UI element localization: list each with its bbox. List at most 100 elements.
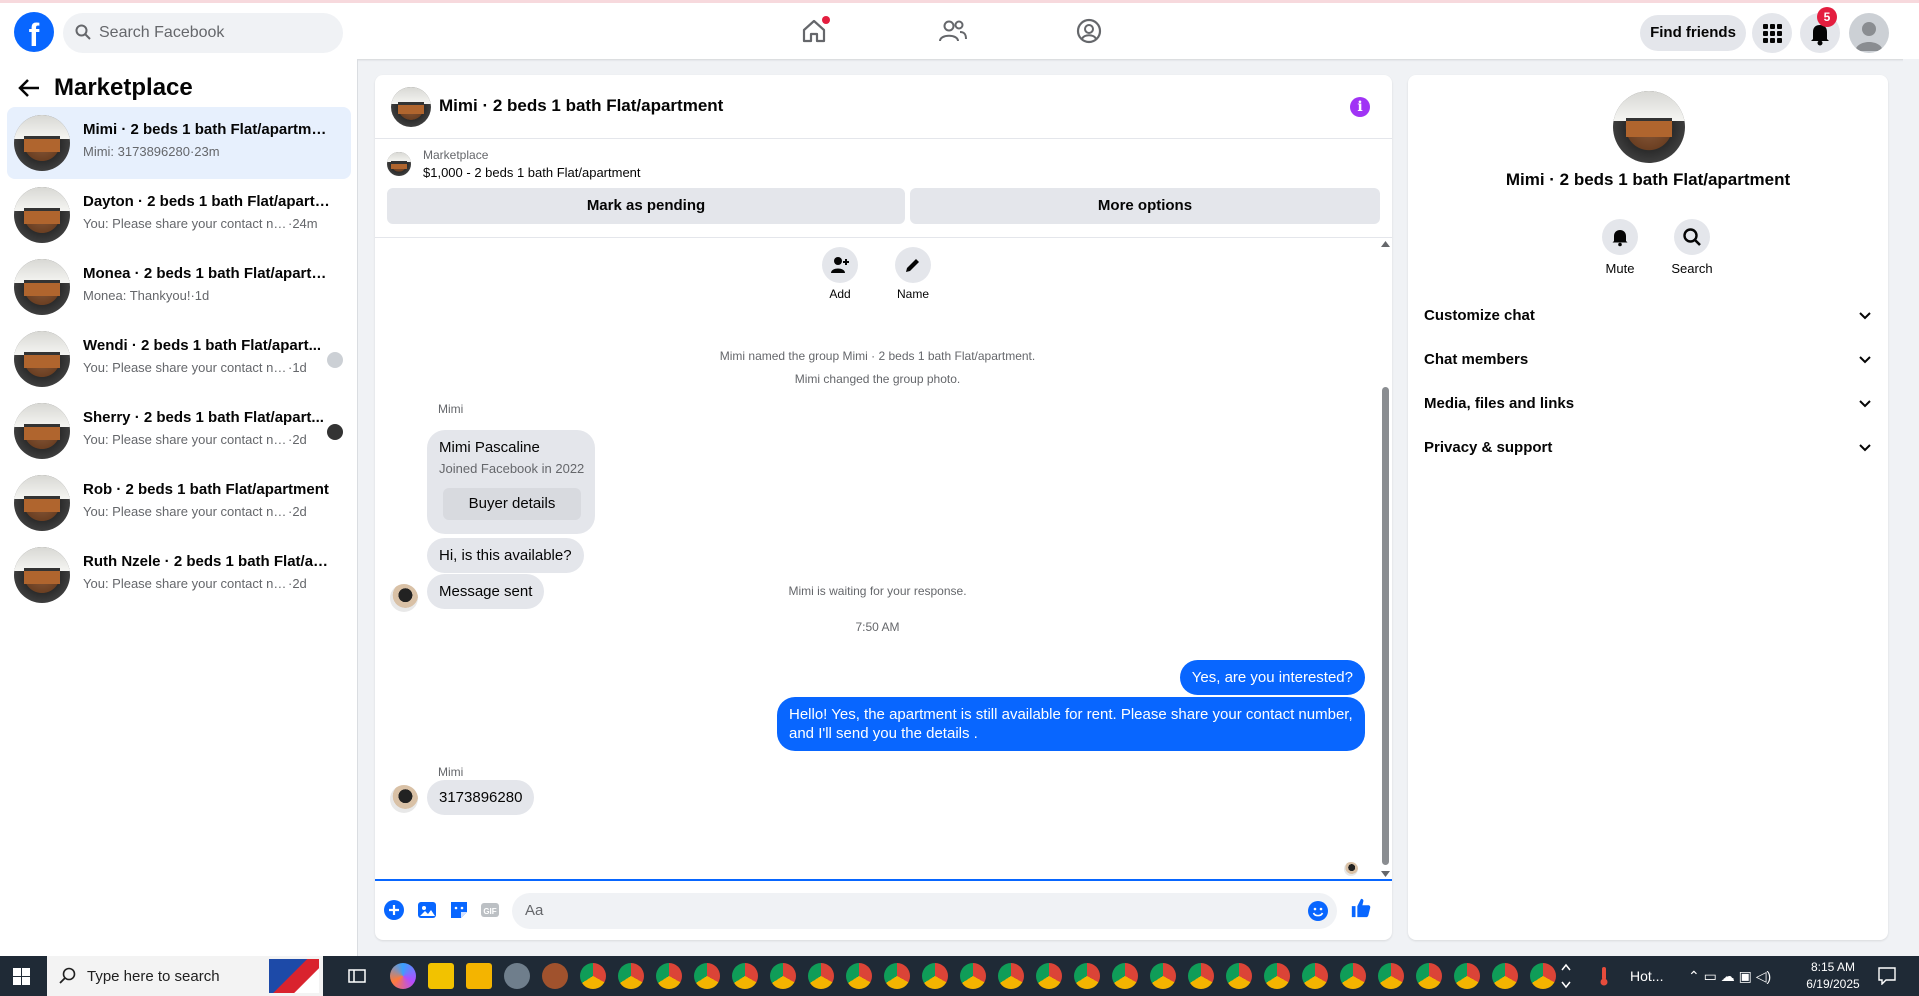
outgoing-message-line: and I'll send you the details . bbox=[789, 725, 978, 742]
name-group-button[interactable]: Name bbox=[883, 247, 943, 301]
thermometer-icon bbox=[1600, 967, 1608, 986]
chrome-icon[interactable] bbox=[1492, 963, 1518, 989]
search-label: Search bbox=[1671, 261, 1713, 276]
notification-center-icon[interactable] bbox=[1878, 967, 1896, 985]
chrome-icon[interactable] bbox=[618, 963, 644, 989]
chrome-icon[interactable] bbox=[1378, 963, 1404, 989]
conversation-item-dayton[interactable]: Dayton · 2 beds 1 bath Flat/apartm... Yo… bbox=[7, 179, 351, 251]
privacy-support-section[interactable]: Privacy & support bbox=[1424, 430, 1872, 466]
chat-avatar[interactable] bbox=[391, 87, 431, 127]
taskbar-overflow-icon[interactable] bbox=[1560, 960, 1572, 992]
chrome-icon[interactable] bbox=[1302, 963, 1328, 989]
page-scrollbar[interactable] bbox=[1903, 59, 1919, 956]
facebook-logo[interactable]: f bbox=[14, 12, 54, 52]
scrollbar-thumb[interactable] bbox=[1382, 387, 1389, 865]
chrome-icon[interactable] bbox=[884, 963, 910, 989]
chrome-icon[interactable] bbox=[846, 963, 872, 989]
emoji-icon[interactable] bbox=[1307, 900, 1329, 922]
find-friends-button[interactable]: Find friends bbox=[1640, 15, 1746, 51]
add-people-button[interactable]: Add bbox=[810, 247, 870, 301]
chat-members-section[interactable]: Chat members bbox=[1424, 342, 1872, 378]
conversation-name: Dayton · 2 beds 1 bath Flat/apartm... bbox=[83, 193, 333, 210]
sticker-icon[interactable] bbox=[448, 899, 470, 921]
gaming-nav-icon[interactable] bbox=[1075, 17, 1105, 47]
home-nav-icon[interactable] bbox=[800, 16, 830, 47]
conversation-item-wendi[interactable]: Wendi · 2 beds 1 bath Flat/apart... You:… bbox=[7, 323, 351, 395]
chrome-icon[interactable] bbox=[1036, 963, 1062, 989]
file-explorer-icon[interactable] bbox=[466, 963, 492, 989]
conversation-snippet: You: Please share your contact numbe...·… bbox=[83, 576, 307, 591]
chrome-icon[interactable] bbox=[1150, 963, 1176, 989]
chrome-icon[interactable] bbox=[1112, 963, 1138, 989]
chrome-icon[interactable] bbox=[580, 963, 606, 989]
account-avatar[interactable] bbox=[1849, 13, 1889, 53]
outgoing-message[interactable]: Hello! Yes, the apartment is still avail… bbox=[777, 697, 1365, 751]
friends-nav-icon[interactable] bbox=[938, 17, 968, 47]
section-label: Media, files and links bbox=[1424, 395, 1575, 412]
start-button[interactable] bbox=[0, 956, 44, 996]
chrome-icon[interactable] bbox=[922, 963, 948, 989]
taskbar-clock[interactable]: 8:15 AM 6/19/2025 bbox=[1805, 959, 1861, 993]
gif-icon[interactable]: GIF bbox=[479, 899, 501, 921]
conversation-snippet: You: Please share your contact nu... ·2d bbox=[83, 432, 307, 447]
chat-title[interactable]: Mimi · 2 beds 1 bath Flat/apartment bbox=[439, 96, 723, 116]
incoming-message[interactable]: 3173896280 bbox=[427, 780, 535, 815]
chrome-icon[interactable] bbox=[1530, 963, 1556, 989]
conversation-item-mimi[interactable]: Mimi · 2 beds 1 bath Flat/apartment Mimi… bbox=[7, 107, 351, 179]
chrome-icon[interactable] bbox=[1226, 963, 1252, 989]
back-arrow-icon[interactable] bbox=[18, 78, 40, 98]
chrome-icon[interactable] bbox=[1264, 963, 1290, 989]
search-facebook-input[interactable]: Search Facebook bbox=[63, 13, 343, 53]
chrome-icon[interactable] bbox=[732, 963, 758, 989]
chrome-icon[interactable] bbox=[1416, 963, 1442, 989]
weather-text[interactable]: Hot... bbox=[1630, 968, 1663, 984]
task-view-icon[interactable] bbox=[348, 967, 366, 985]
conversation-item-ruth[interactable]: Ruth Nzele · 2 beds 1 bath Flat/ap... Yo… bbox=[7, 539, 351, 611]
listing-thumbnail bbox=[14, 115, 70, 171]
scroll-up-icon[interactable] bbox=[1381, 241, 1390, 247]
message-input[interactable]: Aa bbox=[512, 893, 1337, 929]
system-tray-icons[interactable]: ⌃ ▭ ☁ ▣ ◁) bbox=[1688, 968, 1771, 985]
taskbar-search-box[interactable]: Type here to search bbox=[47, 956, 323, 996]
outgoing-message[interactable]: Yes, are you interested? bbox=[1179, 660, 1365, 695]
app-icon[interactable] bbox=[542, 963, 568, 989]
chrome-icon[interactable] bbox=[770, 963, 796, 989]
message-composer: GIF Aa bbox=[375, 879, 1392, 940]
buyer-name: Mimi Pascaline bbox=[439, 439, 540, 456]
copilot-icon[interactable] bbox=[390, 963, 416, 989]
chrome-icon[interactable] bbox=[960, 963, 986, 989]
search-highlight-image[interactable] bbox=[269, 959, 319, 993]
chrome-icon[interactable] bbox=[808, 963, 834, 989]
customize-chat-section[interactable]: Customize chat bbox=[1424, 298, 1872, 334]
menu-grid-button[interactable] bbox=[1752, 13, 1792, 53]
listing-price[interactable]: $1,000 - 2 beds 1 bath Flat/apartment bbox=[423, 165, 641, 180]
sticky-notes-icon[interactable] bbox=[428, 963, 454, 989]
plus-icon[interactable] bbox=[383, 899, 405, 921]
conversation-item-monea[interactable]: Monea · 2 beds 1 bath Flat/apartm... Mon… bbox=[7, 251, 351, 323]
photo-icon[interactable] bbox=[416, 899, 438, 921]
group-photo[interactable] bbox=[1613, 91, 1685, 163]
chrome-icon[interactable] bbox=[1454, 963, 1480, 989]
info-icon[interactable]: i bbox=[1350, 97, 1370, 117]
search-in-conversation-button[interactable]: Search bbox=[1662, 219, 1722, 276]
thumbs-up-icon[interactable] bbox=[1350, 897, 1372, 919]
chrome-icon[interactable] bbox=[1188, 963, 1214, 989]
chat-scrollbar[interactable] bbox=[1379, 239, 1391, 879]
listing-mini-thumbnail bbox=[387, 152, 411, 176]
incoming-message[interactable]: Hi, is this available? bbox=[427, 538, 584, 573]
chrome-icon[interactable] bbox=[656, 963, 682, 989]
conversation-item-rob[interactable]: Rob · 2 beds 1 bath Flat/apartment You: … bbox=[7, 467, 351, 539]
mark-as-pending-button[interactable]: Mark as pending bbox=[387, 188, 905, 224]
chrome-icon[interactable] bbox=[998, 963, 1024, 989]
chrome-icon[interactable] bbox=[694, 963, 720, 989]
sender-avatar[interactable] bbox=[390, 785, 418, 813]
chrome-icon[interactable] bbox=[1074, 963, 1100, 989]
chrome-icon[interactable] bbox=[1340, 963, 1366, 989]
buyer-details-button[interactable]: Buyer details bbox=[443, 488, 581, 520]
app-icon[interactable] bbox=[504, 963, 530, 989]
more-options-button[interactable]: More options bbox=[910, 188, 1380, 224]
scroll-down-icon[interactable] bbox=[1381, 871, 1390, 877]
media-files-links-section[interactable]: Media, files and links bbox=[1424, 386, 1872, 422]
conversation-item-sherry[interactable]: Sherry · 2 beds 1 bath Flat/apart... You… bbox=[7, 395, 351, 467]
mute-button[interactable]: Mute bbox=[1590, 219, 1650, 276]
